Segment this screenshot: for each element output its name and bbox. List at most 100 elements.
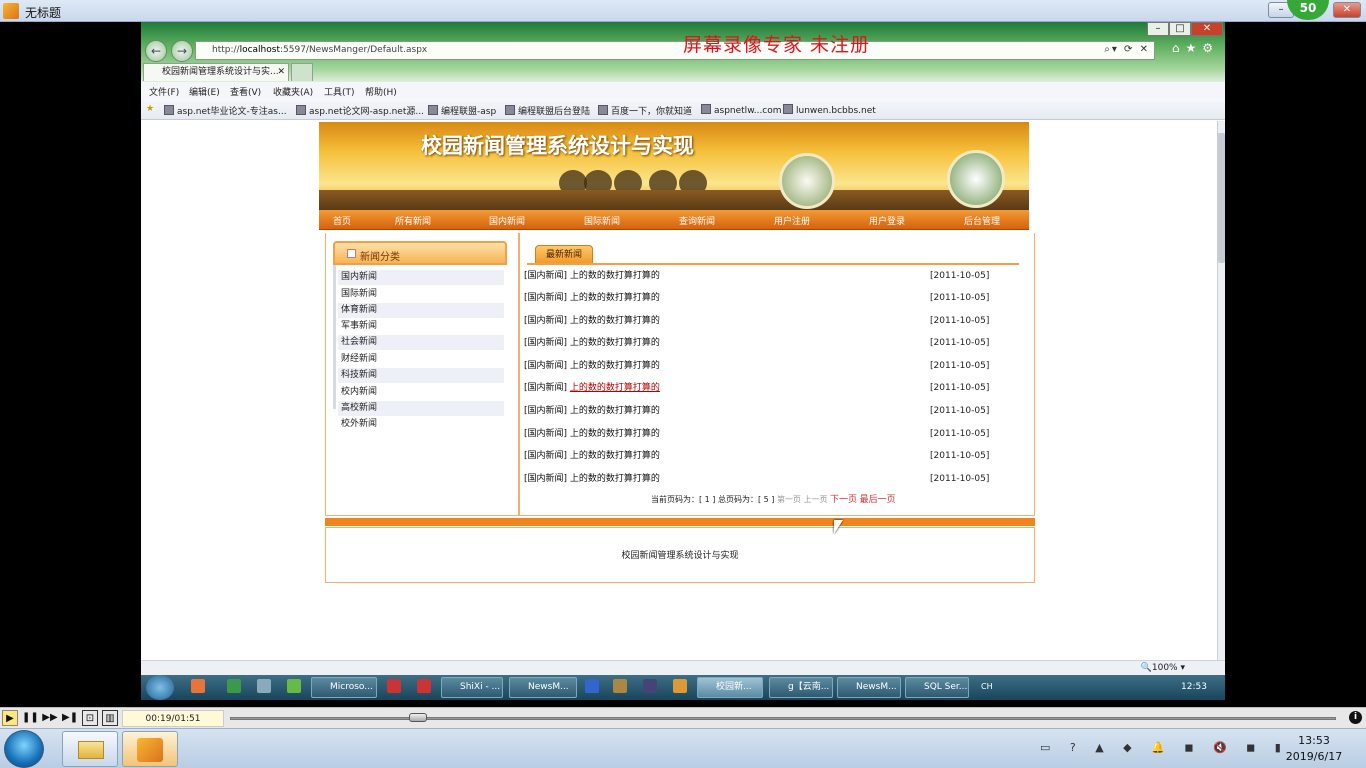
category-colleges[interactable]: 高校新闻	[338, 401, 504, 416]
guest-minimize-button[interactable]: –	[1147, 22, 1169, 36]
app-icon[interactable]	[673, 679, 687, 693]
pause-icon[interactable]: ❚❚	[22, 710, 39, 726]
nav-home[interactable]: 首页	[333, 214, 351, 227]
app-icon[interactable]	[417, 679, 431, 693]
seek-bar[interactable]	[230, 717, 1336, 720]
explorer-folder-icon[interactable]	[62, 731, 118, 767]
nav-all-news[interactable]: 所有新闻	[395, 214, 431, 227]
menu-edit[interactable]: 编辑(E)	[189, 85, 220, 98]
news-row[interactable]: [国内新闻] 上的数的数打算打算的 [2011-10-05]	[524, 472, 1024, 486]
browser-tab[interactable]: 校园新闻管理系统设计与实... ✕	[143, 63, 289, 81]
screen-recorder-app-icon	[3, 3, 19, 19]
fav-link-2[interactable]: asp.net论文网-asp.net源...	[296, 104, 424, 117]
taskbar-btn-newsm-2[interactable]: NewsM...	[837, 677, 901, 698]
monitor-icon[interactable]	[257, 679, 271, 693]
home-fav-gear-icons[interactable]: ⌂★⚙	[1172, 41, 1219, 55]
app-icon[interactable]	[643, 679, 657, 693]
back-arrow-icon[interactable]: ←	[145, 40, 167, 62]
guest-taskbar: Microso... ShiXi - ... NewsM... 校园新... g…	[141, 675, 1225, 700]
nav-admin[interactable]: 后台管理	[964, 214, 1000, 227]
tool-icon[interactable]	[287, 679, 301, 693]
category-military[interactable]: 军事新闻	[338, 319, 504, 334]
player-title: 无标题	[25, 6, 62, 20]
category-society[interactable]: 社会新闻	[338, 335, 504, 350]
recorder-watermark: 屏幕录像专家 未注册	[683, 34, 871, 56]
category-off-campus[interactable]: 校外新闻	[338, 417, 504, 432]
category-finance[interactable]: 财经新闻	[338, 352, 504, 367]
news-row[interactable]: [国内新闻] 上的数的数打算打算的 [2011-10-05]	[524, 404, 1024, 418]
menu-favorites[interactable]: 收藏夹(A)	[273, 85, 313, 98]
menu-help[interactable]: 帮助(H)	[365, 85, 397, 98]
recorded-screen: – □ ✕ ← → http://localhost:5597/NewsMang…	[141, 22, 1225, 700]
url-text: http://localhost:5597/NewsManger/Default…	[212, 45, 428, 55]
category-campus[interactable]: 校内新闻	[338, 385, 504, 400]
favorites-bar: ★ asp.net毕业论文-专注as... asp.net论文网-asp.net…	[141, 100, 1225, 120]
nav-login[interactable]: 用户登录	[869, 214, 905, 227]
nav-international[interactable]: 国际新闻	[584, 214, 620, 227]
fit-window-icon[interactable]: ▥	[102, 710, 118, 726]
fav-link-3[interactable]: 编程联盟-asp	[428, 104, 496, 117]
zoom-level[interactable]: 🔍100% ▾	[1141, 663, 1185, 673]
category-tech[interactable]: 科技新闻	[338, 368, 504, 383]
guest-maximize-button[interactable]: □	[1169, 22, 1191, 36]
fav-link-6[interactable]: aspnetlw...com	[701, 104, 782, 116]
app-icon[interactable]	[613, 679, 627, 693]
guest-close-button[interactable]: ✕	[1191, 22, 1223, 36]
nav-register[interactable]: 用户注册	[774, 214, 810, 227]
player-controls: ▶ ❚❚ ▶▶ ▶❚ ⊡ ▥ 00:19/01:51 i	[0, 707, 1366, 728]
screen-recorder-taskbar-icon[interactable]	[122, 731, 178, 767]
menu-tools[interactable]: 工具(T)	[324, 85, 355, 98]
host-taskbar: ▭ ? ▲ ◆ 🔔 ◼ 🔇 ◼ ▮ 13:53 2019/6/17	[0, 728, 1366, 768]
fav-link-1[interactable]: asp.net毕业论文-专注as...	[164, 104, 287, 117]
address-bar[interactable]: http://localhost:5597/NewsManger/Default…	[195, 41, 1155, 60]
category-international[interactable]: 国际新闻	[338, 287, 504, 302]
favorites-star-icon[interactable]: ★	[146, 104, 154, 114]
fav-link-4[interactable]: 编程联盟后台登陆	[505, 104, 590, 117]
host-tray-icons[interactable]: ▭ ? ▲ ◆ 🔔 ◼ 🔇 ◼ ▮	[1040, 741, 1289, 754]
menu-file[interactable]: 文件(F)	[149, 85, 179, 98]
forward-arrow-icon[interactable]: →	[171, 40, 193, 62]
new-tab-button[interactable]	[291, 63, 313, 81]
category-sports[interactable]: 体育新闻	[338, 303, 504, 318]
app-icon[interactable]	[191, 679, 205, 693]
news-row[interactable]: [国内新闻] 上的数的数打算打算的 [2011-10-05]	[524, 291, 1024, 305]
fullscreen-icon[interactable]: ⊡	[82, 710, 98, 726]
step-forward-icon[interactable]: ▶❚	[62, 710, 78, 726]
windows-start-orb[interactable]	[4, 730, 44, 768]
address-tools-icons[interactable]: ⌕▾ ⟳ ✕	[1104, 44, 1150, 55]
fav-link-5[interactable]: 百度一下，你就知道	[598, 104, 692, 117]
news-row[interactable]: [国内新闻] 上的数的数打算打算的 [2011-10-05]	[524, 359, 1024, 373]
pager-next-link[interactable]: 下一页	[830, 495, 857, 505]
taskbar-btn-microsoft[interactable]: Microso...	[311, 677, 377, 698]
page-scrollbar[interactable]	[1217, 121, 1225, 660]
browser-chrome: – □ ✕ ← → http://localhost:5597/NewsMang…	[141, 22, 1225, 82]
news-row[interactable]: [国内新闻] 上的数的数打算打算的 [2011-10-05]	[524, 269, 1024, 283]
shield-icon[interactable]	[227, 679, 241, 693]
taskbar-btn-shixi[interactable]: ShiXi - ...	[441, 677, 503, 698]
guest-start-button[interactable]	[146, 675, 174, 700]
fav-link-7[interactable]: lunwen.bcbbs.net	[783, 104, 876, 116]
nav-domestic[interactable]: 国内新闻	[489, 214, 525, 227]
category-domestic[interactable]: 国内新闻	[338, 270, 504, 285]
taskbar-btn-yunnan[interactable]: g【云南...	[769, 677, 833, 698]
seek-handle[interactable]	[409, 713, 428, 722]
tab-close-icon[interactable]: ✕	[277, 64, 285, 81]
play-icon[interactable]: ▶	[2, 710, 18, 726]
news-row[interactable]: [国内新闻] 上的数的数打算打算的 [2011-10-05]	[524, 449, 1024, 463]
taskbar-btn-sql-server[interactable]: SQL Ser...	[905, 677, 969, 698]
fast-forward-icon[interactable]: ▶▶	[42, 710, 58, 726]
info-icon[interactable]: i	[1349, 711, 1362, 724]
news-row[interactable]: [国内新闻] 上的数的数打算打算的 [2011-10-05]	[524, 314, 1024, 328]
nav-search[interactable]: 查询新闻	[679, 214, 715, 227]
app-icon[interactable]	[387, 679, 401, 693]
news-row[interactable]: [国内新闻] 上的数的数打算打算的 [2011-10-05]	[524, 427, 1024, 441]
menu-view[interactable]: 查看(V)	[230, 85, 261, 98]
close-button[interactable]: ✕	[1333, 2, 1361, 18]
taskbar-btn-newsm-1[interactable]: NewsM...	[509, 677, 577, 698]
latest-news-tab[interactable]: 最新新闻	[535, 245, 593, 264]
news-row[interactable]: [国内新闻] 上的数的数打算打算的 [2011-10-05]	[524, 336, 1024, 350]
app-icon[interactable]	[585, 679, 599, 693]
taskbar-btn-campus-news[interactable]: 校园新...	[697, 677, 763, 698]
news-row-hovered[interactable]: [国内新闻] 上的数的数打算打算的 [2011-10-05]	[524, 381, 1024, 395]
pager-last-link[interactable]: 最后一页	[860, 495, 896, 505]
